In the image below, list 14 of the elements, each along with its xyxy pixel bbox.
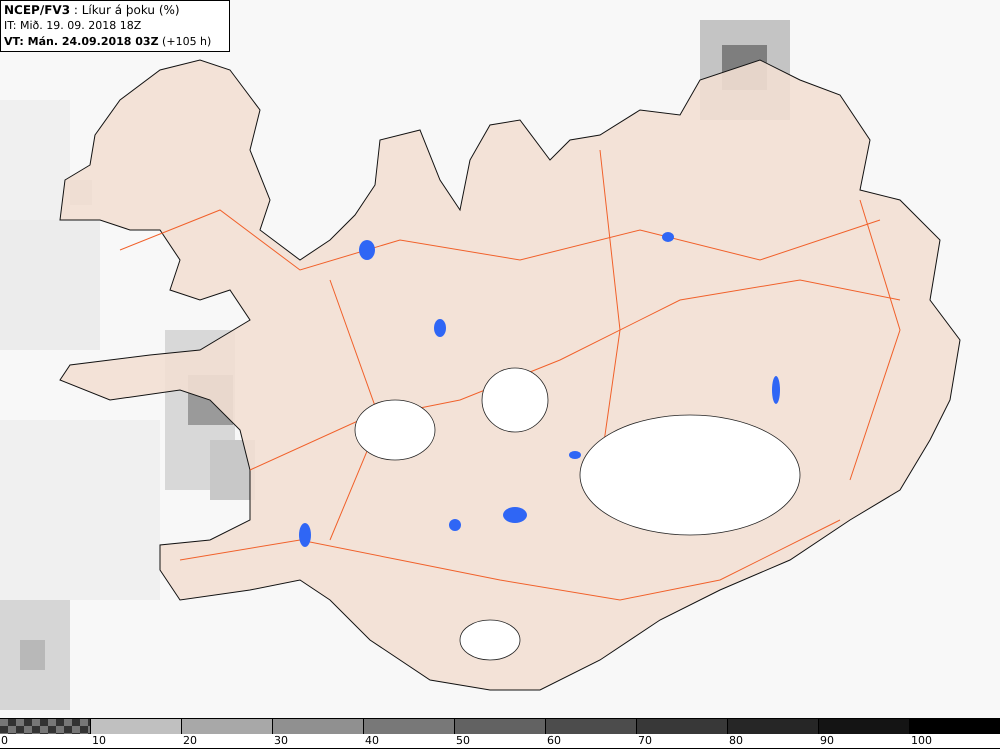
legend-label: 80 (728, 734, 743, 748)
map-title-line: IT: Mið. 19. 09. 2018 18Z (4, 18, 142, 34)
legend-label: 0 (0, 734, 8, 748)
legend-label: 40 (364, 734, 379, 748)
legend-label: 20 (182, 734, 197, 748)
legend-label: 30 (273, 734, 288, 748)
legend-label: 90 (819, 734, 834, 748)
map-title-line: NCEP/FV3 : Líkur á þoku (%) (4, 2, 181, 18)
legend-label: 70 (637, 734, 652, 748)
legend-label: 60 (546, 734, 561, 748)
map-title-line: VT: Mán. 24.09.2018 03Z (+105 h) (4, 34, 212, 50)
legend-label: 10 (91, 734, 106, 748)
legend-label: 50 (455, 734, 470, 748)
legend-label: 100 (910, 734, 932, 748)
